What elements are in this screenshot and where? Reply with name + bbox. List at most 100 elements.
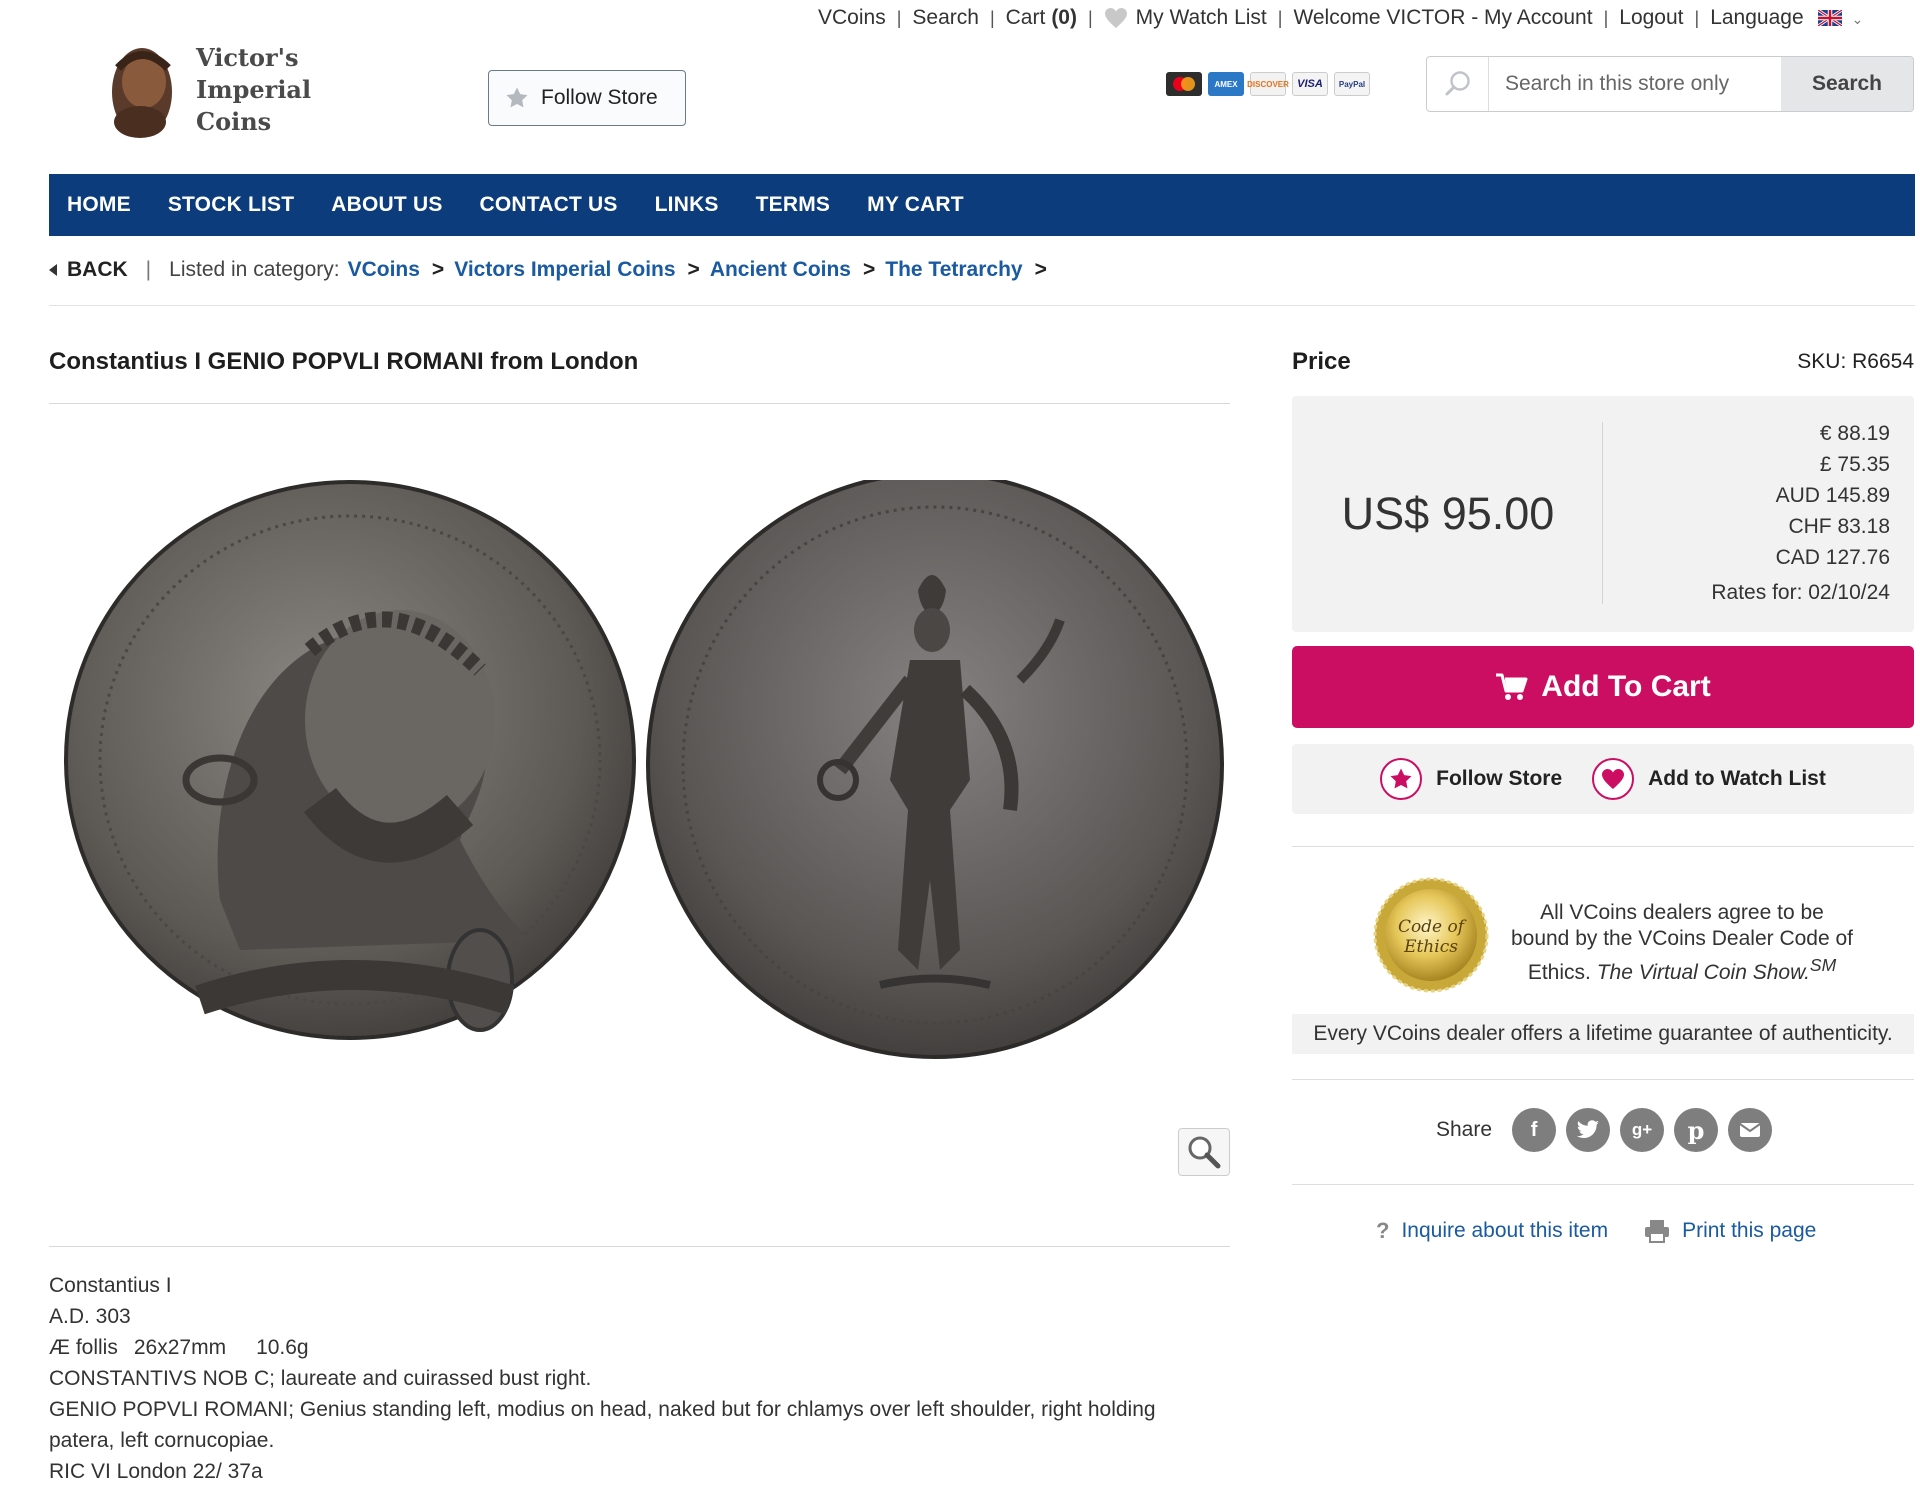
inquire-link[interactable]: ? Inquire about this item [1376, 1218, 1608, 1244]
desc-line: A.D. 303 [49, 1305, 131, 1328]
mastercard-icon [1166, 72, 1202, 96]
follow-store-button-top[interactable]: Follow Store [488, 70, 686, 126]
visa-icon: VISA [1292, 72, 1328, 96]
add-to-cart-button[interactable]: Add To Cart [1292, 646, 1914, 728]
add-to-cart-label: Add To Cart [1541, 670, 1711, 703]
discover-icon: DISCOVER [1247, 72, 1289, 96]
store-search: Search [1426, 56, 1914, 112]
authenticity-guarantee: Every VCoins dealer offers a lifetime gu… [1292, 1014, 1914, 1054]
desc-line: RIC VI London 22/ 37a [49, 1460, 263, 1483]
breadcrumb-the-tetrarchy[interactable]: The Tetrarchy [885, 258, 1022, 282]
conversion-eur: € 88.19 [1819, 422, 1890, 445]
facebook-icon[interactable]: f [1512, 1108, 1557, 1152]
store-logo[interactable]: Victor's Imperial Coins [104, 38, 344, 142]
add-to-watch-list-button[interactable]: Add to Watch List [1592, 758, 1826, 800]
item-description: Constantius I A.D. 303 Æ follis 26x27mm 10… [49, 1270, 1209, 1487]
item-title: Constantius I GENIO POPVLI ROMANI from L… [49, 348, 639, 375]
divider [1602, 422, 1603, 604]
back-link[interactable]: BACK [49, 258, 128, 282]
question-icon: ? [1376, 1218, 1390, 1243]
print-label: Print this page [1682, 1219, 1817, 1242]
conversion-gbp: £ 75.35 [1819, 453, 1890, 476]
magnifier-icon [1188, 1136, 1221, 1169]
heart-icon [1592, 758, 1635, 800]
vcoins-link[interactable]: VCoins [818, 6, 886, 30]
email-icon[interactable] [1728, 1108, 1773, 1152]
currency-conversions: € 88.19 £ 75.35 AUD 145.89 CHF 83.18 CAD… [1711, 418, 1890, 608]
heart-icon [1104, 8, 1127, 28]
star-icon [1380, 758, 1423, 800]
pinterest-icon[interactable]: p [1674, 1108, 1719, 1152]
back-label: BACK [67, 258, 128, 281]
back-arrow-icon [49, 264, 57, 276]
breadcrumb-vcoins[interactable]: VCoins [348, 258, 420, 282]
ethics-statement: All VCoins dealers agree to be bound by … [1510, 900, 1854, 986]
language-selector[interactable]: Language ⌄ [1710, 6, 1863, 30]
nav-home[interactable]: HOME [67, 193, 131, 217]
listed-label: Listed in category: [169, 258, 340, 281]
search-button[interactable]: Search [1781, 57, 1913, 111]
twitter-icon[interactable] [1566, 1108, 1611, 1152]
cart-count: (0) [1051, 6, 1077, 29]
breadcrumb-separator: > [687, 258, 700, 281]
nav-links[interactable]: LINKS [655, 193, 719, 217]
cart-label: Cart [1005, 6, 1046, 29]
breadcrumb-separator: > [1034, 258, 1047, 281]
search-input[interactable] [1489, 57, 1781, 111]
desc-line: GENIO POPVLI ROMANI; Genius standing lef… [49, 1398, 1156, 1452]
inquire-label: Inquire about this item [1401, 1219, 1609, 1242]
uk-flag-icon [1817, 10, 1842, 27]
divider [1292, 1079, 1914, 1080]
follow-store-button[interactable]: Follow Store [1380, 758, 1562, 800]
google-plus-icon[interactable]: g+ [1620, 1108, 1665, 1152]
share-bar: Share f g+ p [1436, 1108, 1782, 1152]
desc-line: Constantius I [49, 1274, 172, 1297]
separator: | [1277, 7, 1283, 28]
zoom-button[interactable] [1178, 1128, 1230, 1176]
search-link[interactable]: Search [912, 6, 979, 30]
nav-about-us[interactable]: ABOUT US [331, 193, 442, 217]
virtual-coin-show: The Virtual Coin Show. [1596, 961, 1810, 984]
conversion-chf: CHF 83.18 [1788, 515, 1890, 538]
main-price: US$ 95.00 [1341, 488, 1555, 539]
my-account-link[interactable]: Welcome VICTOR - My Account [1293, 6, 1592, 30]
coin-obverse [64, 480, 636, 1040]
paypal-icon: PayPal [1334, 72, 1370, 96]
desc-line: Æ follis 26x27mm 10.6g [49, 1332, 1209, 1363]
logo-text: Victor's Imperial Coins [196, 42, 311, 138]
nav-stock-list[interactable]: STOCK LIST [168, 193, 294, 217]
coin-reverse [646, 480, 1224, 1059]
seal-text: Ethics [1403, 937, 1458, 957]
payment-methods: AMEX DISCOVER VISA PayPal [1166, 72, 1370, 96]
chevron-down-icon: ⌄ [1851, 11, 1864, 27]
cart-link[interactable]: Cart (0) [1006, 6, 1077, 30]
secondary-actions: Follow Store Add to Watch List [1292, 744, 1914, 814]
item-links: ? Inquire about this item Print this pag… [1376, 1218, 1816, 1244]
logout-link[interactable]: Logout [1619, 6, 1683, 30]
price-box: US$ 95.00 € 88.19 £ 75.35 AUD 145.89 CHF… [1292, 396, 1914, 632]
watch-list-link[interactable]: My Watch List [1136, 6, 1267, 30]
separator: | [1694, 7, 1700, 28]
desc-size: 26x27mm [133, 1336, 227, 1359]
logo-line: Imperial [196, 75, 312, 104]
divider [49, 403, 1230, 404]
follow-store-label: Follow Store [1436, 767, 1563, 790]
code-of-ethics-seal[interactable]: Code of Ethics [1372, 876, 1490, 994]
printer-icon [1645, 1220, 1670, 1243]
breadcrumb-separator: > [863, 258, 876, 281]
breadcrumb-separator: > [431, 258, 445, 281]
add-to-watch-list-label: Add to Watch List [1648, 767, 1826, 790]
breadcrumb-victors-imperial-coins[interactable]: Victors Imperial Coins [454, 258, 675, 282]
desc-denomination: Æ follis [49, 1336, 118, 1359]
nav-terms[interactable]: TERMS [756, 193, 831, 217]
nav-contact-us[interactable]: CONTACT US [480, 193, 618, 217]
emperor-bust-logo [112, 48, 172, 138]
divider [1292, 846, 1914, 847]
print-link[interactable]: Print this page [1644, 1219, 1816, 1243]
conversion-aud: AUD 145.89 [1775, 484, 1890, 507]
breadcrumb-ancient-coins[interactable]: Ancient Coins [710, 258, 851, 282]
nav-my-cart[interactable]: MY CART [867, 193, 964, 217]
logo-line: Victor's [196, 43, 299, 72]
breadcrumb: BACK | Listed in category: VCoins > Vict… [49, 258, 1057, 282]
coin-image[interactable] [60, 480, 1230, 1080]
